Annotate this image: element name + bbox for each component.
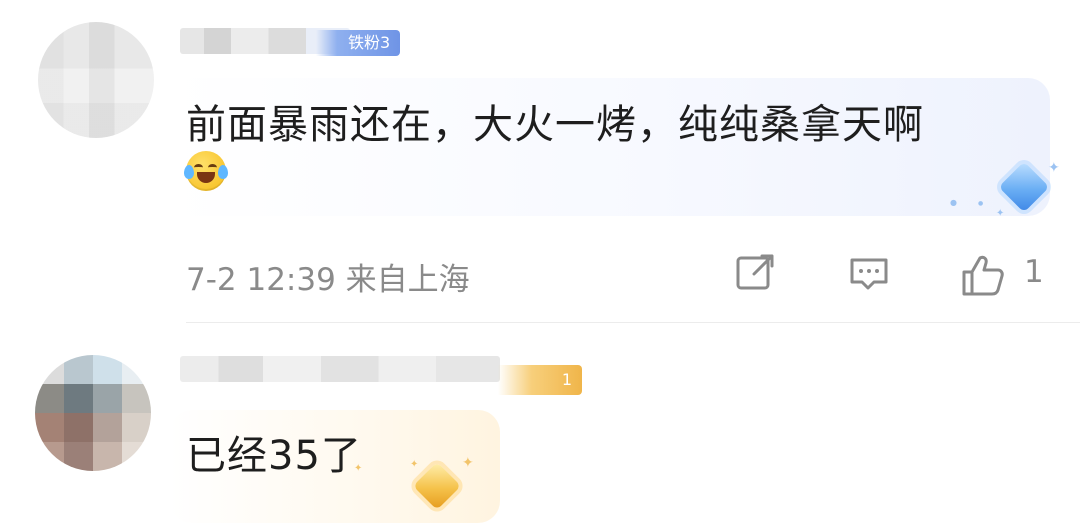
emoji-mouth bbox=[197, 172, 215, 183]
avatar[interactable] bbox=[35, 355, 151, 471]
avatar-pixel bbox=[35, 413, 64, 442]
avatar-pixel bbox=[64, 355, 93, 384]
avatar-pixel bbox=[35, 384, 64, 413]
comment-meta: 7-2 12:39 来自上海 bbox=[186, 262, 470, 298]
avatar-pixel bbox=[122, 384, 151, 413]
avatar-pixel bbox=[122, 355, 151, 384]
avatar-pixel bbox=[64, 384, 93, 413]
comment-text: 前面暴雨还在，大火一烤，纯纯桑拿天啊 bbox=[186, 102, 924, 148]
divider bbox=[186, 322, 1080, 323]
comment-icon[interactable] bbox=[848, 252, 890, 294]
avatar-pixel bbox=[93, 413, 122, 442]
like-icon[interactable] bbox=[960, 252, 1004, 296]
comment-item: 1 已经35了 ✦ ✦ ✦ bbox=[0, 325, 1080, 523]
sparkle-icon: ✦ bbox=[996, 208, 1005, 219]
sparkle-icon: ✦ bbox=[462, 455, 474, 471]
emoji-eye bbox=[194, 164, 203, 171]
repost-icon[interactable] bbox=[734, 252, 776, 294]
sparkle-icon: ✦ bbox=[354, 463, 363, 474]
avatar-pixel bbox=[64, 413, 93, 442]
avatar-pixel bbox=[93, 384, 122, 413]
emoji-tear bbox=[184, 165, 194, 179]
avatar-pixel bbox=[35, 442, 64, 471]
like-icon-svg bbox=[962, 255, 1004, 296]
comment-text: 已经35了 bbox=[186, 433, 362, 479]
comment-item: 铁粉3 前面暴雨还在，大火一烤，纯纯桑拿天啊 ✦ ✦ ● ● 7-2 12:39… bbox=[0, 0, 1080, 325]
avatar-pixel bbox=[93, 355, 122, 384]
emoji-eye bbox=[208, 164, 217, 171]
avatar-pixel bbox=[122, 442, 151, 471]
like-count: 1 bbox=[1024, 254, 1044, 290]
sparkle-icon: ✦ bbox=[1048, 160, 1060, 176]
avatar-pixel bbox=[64, 442, 93, 471]
emoji-tear bbox=[218, 165, 228, 179]
sparkle-icon: ✦ bbox=[410, 459, 419, 470]
avatar-pixel bbox=[122, 413, 151, 442]
avatar[interactable] bbox=[38, 22, 154, 138]
avatar-pixel bbox=[35, 355, 64, 384]
avatar-pixel bbox=[93, 442, 122, 471]
fan-badge[interactable]: 1 bbox=[498, 365, 582, 395]
fan-badge[interactable]: 铁粉3 bbox=[316, 30, 401, 56]
sparkle-icon: ● bbox=[978, 200, 984, 207]
comment-icon-svg bbox=[850, 258, 888, 290]
username-blurred[interactable] bbox=[180, 356, 500, 382]
sparkle-icon: ● bbox=[950, 198, 957, 207]
rofl-emoji bbox=[184, 151, 228, 191]
repost-icon-svg bbox=[736, 254, 774, 290]
